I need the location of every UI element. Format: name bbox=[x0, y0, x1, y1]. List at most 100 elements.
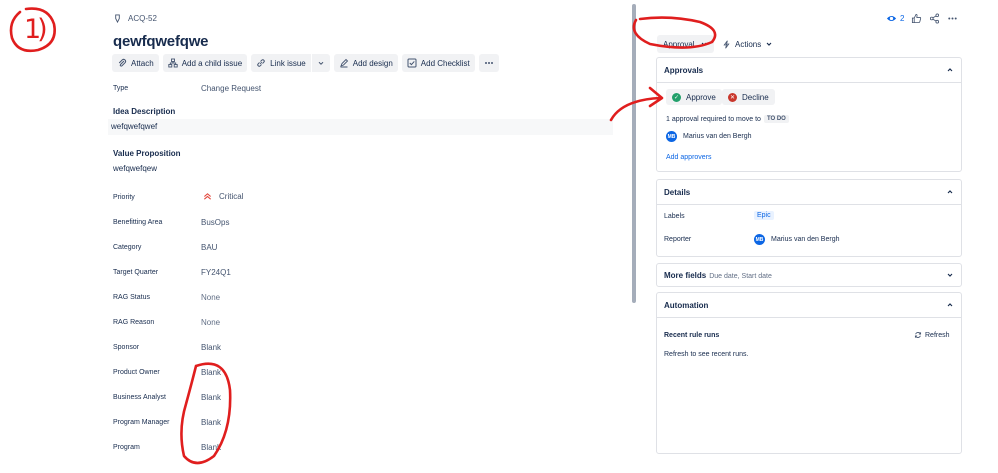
field-label: Program Manager bbox=[113, 419, 170, 426]
issue-header-actions: 2 bbox=[886, 13, 958, 24]
chevron-down-icon bbox=[701, 42, 706, 46]
field-label: Sponsor bbox=[113, 344, 140, 351]
thumbs-up-icon[interactable] bbox=[911, 13, 922, 24]
chevron-up-icon bbox=[947, 303, 953, 307]
issue-toolbar: Attach Add a child issue Link issue Add … bbox=[112, 54, 499, 72]
add-checklist-button[interactable]: Add Checklist bbox=[401, 54, 475, 72]
field-label: Product Owner bbox=[113, 369, 160, 376]
idea-description-value: wefqwefqwef bbox=[111, 122, 158, 131]
field-value[interactable]: None bbox=[201, 293, 220, 302]
field-value[interactable]: Blank bbox=[201, 443, 221, 452]
automation-header[interactable]: Automation bbox=[657, 293, 961, 317]
add-design-label: Add design bbox=[352, 58, 393, 68]
field-label: Category bbox=[113, 244, 142, 251]
chevron-down-icon bbox=[947, 273, 953, 277]
field-label: RAG Status bbox=[113, 294, 150, 301]
add-child-issue-button[interactable]: Add a child issue bbox=[162, 54, 248, 72]
annotation-arrow-approve bbox=[609, 86, 664, 122]
approvals-title: Approvals bbox=[664, 65, 704, 75]
chevron-down-icon bbox=[318, 61, 324, 65]
chevron-up-icon bbox=[947, 68, 953, 72]
field-label: Program bbox=[113, 444, 140, 451]
attach-button[interactable]: Attach bbox=[112, 54, 159, 72]
more-fields-subtitle: Due date, Start date bbox=[709, 272, 772, 280]
refresh-hint: Refresh to see recent runs. bbox=[664, 351, 749, 358]
eye-icon bbox=[886, 15, 897, 22]
issue-title[interactable]: qewfqwefqwe bbox=[113, 33, 209, 50]
status-dropdown-button[interactable]: Approval bbox=[657, 35, 714, 53]
more-horizontal-icon[interactable] bbox=[947, 13, 958, 24]
decline-label: Decline bbox=[742, 92, 769, 102]
avatar: MB bbox=[754, 234, 765, 245]
value-proposition-value[interactable]: wefqwefqew bbox=[113, 164, 157, 173]
add-design-button[interactable]: Add design bbox=[333, 54, 398, 72]
field-value[interactable]: Blank bbox=[201, 343, 221, 352]
field-value[interactable]: Blank bbox=[201, 393, 221, 402]
field-label: Business Analyst bbox=[113, 394, 166, 401]
field-label: Benefitting Area bbox=[113, 219, 163, 226]
type-value[interactable]: Change Request bbox=[201, 84, 261, 93]
checkbox-icon bbox=[407, 58, 417, 68]
priority-critical-icon bbox=[203, 193, 212, 200]
pen-icon bbox=[339, 58, 348, 68]
details-header[interactable]: Details bbox=[657, 180, 961, 204]
label-tag[interactable]: Epic bbox=[754, 211, 774, 220]
priority-text: Critical bbox=[219, 192, 244, 201]
field-value[interactable]: None bbox=[201, 318, 220, 327]
watch-button[interactable]: 2 bbox=[886, 13, 904, 24]
lightning-icon bbox=[723, 39, 730, 49]
actions-label: Actions bbox=[735, 39, 762, 49]
reporter-name: Marius van den Bergh bbox=[771, 236, 840, 243]
details-title: Details bbox=[664, 187, 691, 197]
refresh-button[interactable]: Refresh bbox=[914, 331, 950, 339]
labels-label: Labels bbox=[664, 213, 685, 220]
value-proposition-label: Value Proposition bbox=[113, 149, 181, 158]
recent-rule-runs-title: Recent rule runs bbox=[664, 332, 720, 339]
cross-circle-icon: ✕ bbox=[728, 92, 737, 102]
field-label: RAG Reason bbox=[113, 319, 155, 326]
approvals-panel: Approvals ✓ Approve ✕ Decline 1 approval… bbox=[656, 57, 962, 172]
decline-button[interactable]: ✕ Decline bbox=[722, 89, 775, 105]
field-value[interactable]: BusOps bbox=[201, 218, 229, 227]
field-value[interactable]: BAU bbox=[201, 243, 217, 252]
issue-type-icon bbox=[115, 14, 120, 23]
approvals-header[interactable]: Approvals bbox=[657, 58, 961, 82]
link-issue-dropdown[interactable] bbox=[312, 54, 330, 72]
attach-label: Attach bbox=[131, 58, 154, 68]
actions-dropdown-button[interactable]: Actions bbox=[722, 35, 773, 53]
field-label: Priority bbox=[113, 194, 135, 201]
share-icon[interactable] bbox=[929, 13, 940, 24]
field-value[interactable]: FY24Q1 bbox=[201, 268, 231, 277]
status-label: Approval bbox=[663, 39, 695, 49]
refresh-icon bbox=[914, 332, 922, 338]
reporter-label: Reporter bbox=[664, 236, 692, 243]
link-icon bbox=[257, 59, 265, 67]
field-value[interactable]: Blank bbox=[201, 368, 221, 377]
approve-button[interactable]: ✓ Approve bbox=[666, 89, 722, 105]
priority-value[interactable]: Critical bbox=[203, 192, 243, 201]
approver-row[interactable]: MB Marius van den Bergh bbox=[666, 131, 751, 142]
more-horizontal-icon bbox=[484, 62, 493, 64]
more-fields-header[interactable]: More fields Due date, Start date bbox=[657, 264, 961, 286]
reporter-value[interactable]: MB Marius van den Bergh bbox=[754, 234, 839, 245]
add-approvers-link[interactable]: Add approvers bbox=[666, 154, 712, 161]
link-issue-button[interactable]: Link issue bbox=[251, 54, 311, 72]
refresh-label: Refresh bbox=[925, 331, 950, 339]
annotation-label: 1) bbox=[24, 14, 48, 45]
automation-title: Automation bbox=[664, 300, 709, 310]
more-fields-panel[interactable]: More fields Due date, Start date bbox=[656, 263, 962, 287]
more-actions-button[interactable] bbox=[478, 54, 499, 72]
type-label: Type bbox=[113, 85, 129, 92]
scrollbar-thumb[interactable] bbox=[632, 4, 636, 303]
automation-panel: Automation Recent rule runs Refresh Refr… bbox=[656, 292, 962, 454]
approver-name: Marius van den Bergh bbox=[683, 133, 752, 140]
panel-divider bbox=[657, 317, 961, 318]
issue-key[interactable]: ACQ-52 bbox=[128, 14, 157, 23]
idea-description-field[interactable] bbox=[108, 119, 613, 135]
paperclip-icon bbox=[118, 58, 127, 67]
breadcrumb[interactable]: ACQ-52 bbox=[113, 14, 157, 23]
chevron-down-icon bbox=[766, 42, 772, 46]
field-value[interactable]: Blank bbox=[201, 418, 221, 427]
approve-label: Approve bbox=[686, 92, 716, 102]
avatar: MB bbox=[666, 131, 677, 142]
